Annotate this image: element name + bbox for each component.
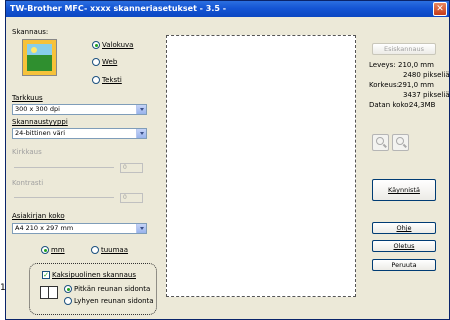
defaults-button[interactable]: Oletus: [372, 240, 436, 252]
chevron-down-icon: [136, 129, 146, 138]
help-button[interactable]: Ohje: [372, 222, 436, 234]
long-edge-radio[interactable]: [64, 285, 72, 293]
photo-icon: [22, 39, 57, 76]
contrast-slider[interactable]: [14, 197, 114, 198]
scan-mode-photo-label: Valokuva: [102, 41, 134, 49]
height-label: Korkeus:: [369, 81, 399, 89]
scan-type-label: Skannaustyyppi: [12, 118, 68, 126]
height-mm-value: 291,0 mm: [398, 81, 434, 89]
unit-mm-radio[interactable]: [41, 246, 49, 254]
resolution-label: Tarkkuus: [12, 94, 43, 102]
brightness-slider[interactable]: [14, 167, 114, 168]
scan-mode-text-label: Teksti: [102, 76, 122, 84]
doc-size-select[interactable]: A4 210 x 297 mm: [12, 223, 147, 234]
scan-group-label: Skannaus:: [12, 28, 49, 36]
short-edge-label: Lyhyen reunan sidonta: [74, 297, 154, 305]
unit-inch-radio[interactable]: [91, 246, 99, 254]
width-mm-value: 210,0 mm: [398, 61, 434, 69]
zoom-out-icon[interactable]: [392, 134, 409, 151]
zoom-in-icon[interactable]: [372, 134, 389, 151]
close-icon[interactable]: ✕: [433, 2, 447, 16]
chevron-down-icon: [136, 105, 146, 114]
start-button[interactable]: Käynnistä: [372, 179, 436, 201]
duplex-checkbox[interactable]: ✓: [42, 271, 50, 279]
scan-type-value: 24-bittinen väri: [15, 129, 66, 137]
brightness-value[interactable]: 0: [120, 163, 143, 173]
prescan-button[interactable]: Esiskannaus: [372, 43, 436, 55]
scan-mode-text-radio[interactable]: [92, 76, 100, 84]
datasize-value: 24,3MB: [409, 101, 436, 109]
height-px-value: 3437 pikseliä: [403, 91, 450, 99]
title-bar: TW-Brother MFC- xxxx skanneriasetukset -…: [6, 1, 449, 17]
duplex-binding-icon: [40, 286, 58, 299]
window-title: TW-Brother MFC- xxxx skanneriasetukset -…: [10, 4, 227, 13]
contrast-value[interactable]: 0: [120, 193, 143, 203]
scan-mode-web-radio[interactable]: [92, 58, 100, 66]
contrast-label: Kontrasti: [12, 179, 44, 187]
doc-size-label: Asiakirjan koko: [12, 212, 65, 220]
resolution-value: 300 x 300 dpi: [15, 105, 60, 113]
scan-mode-web-label: Web: [102, 58, 118, 66]
unit-inch-label: tuumaa: [101, 246, 129, 254]
duplex-label: Kaksipuolinen skannaus: [52, 271, 136, 279]
scanner-settings-window: TW-Brother MFC- xxxx skanneriasetukset -…: [5, 0, 450, 320]
unit-mm-label: mm: [51, 246, 65, 254]
short-edge-radio[interactable]: [64, 297, 72, 305]
scan-type-select[interactable]: 24-bittinen väri: [12, 128, 147, 139]
datasize-label: Datan koko:: [369, 101, 411, 109]
brightness-label: Kirkkaus: [12, 148, 42, 156]
doc-size-value: A4 210 x 297 mm: [15, 224, 74, 232]
width-px-value: 2480 pikseliä: [403, 71, 450, 79]
cancel-button[interactable]: Peruuta: [372, 259, 436, 271]
resolution-select[interactable]: 300 x 300 dpi: [12, 104, 147, 115]
scan-mode-photo-radio[interactable]: [92, 41, 100, 49]
long-edge-label: Pitkän reunan sidonta: [74, 285, 151, 293]
chevron-down-icon: [136, 224, 146, 233]
width-label: Leveys:: [369, 61, 396, 69]
preview-area[interactable]: [166, 35, 356, 297]
